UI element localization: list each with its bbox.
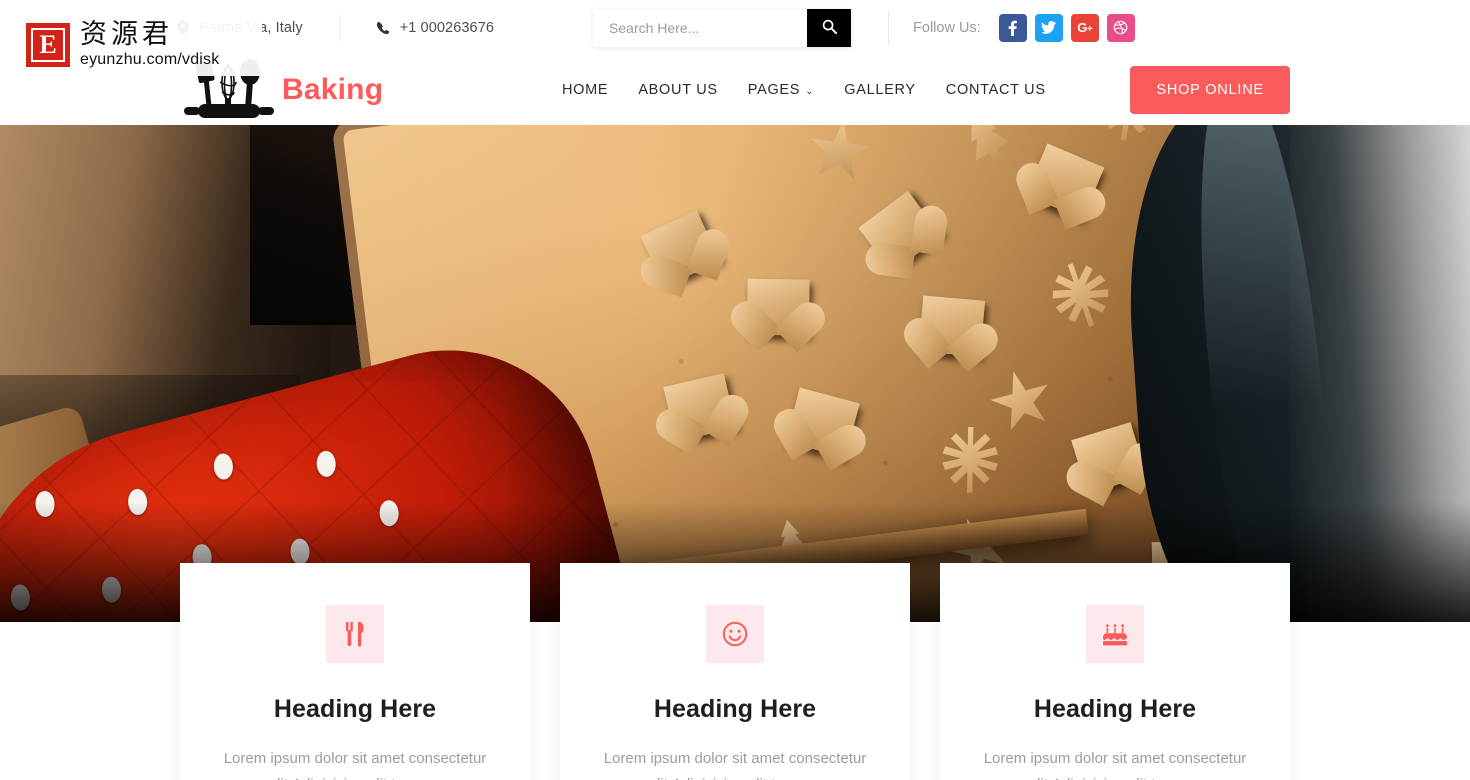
watermark-overlay: E 资源君 eyunzhu.com/vdisk xyxy=(22,14,262,76)
nav-item-pages[interactable]: PAGES ⌄ xyxy=(748,82,814,98)
feature-cards: Heading Here Lorem ipsum dolor sit amet … xyxy=(180,563,1290,780)
hero-image-oven-cookies xyxy=(0,125,1470,622)
hero-banner xyxy=(0,125,1470,622)
feature-card[interactable]: Heading Here Lorem ipsum dolor sit amet … xyxy=(180,563,530,780)
dribbble-icon[interactable] xyxy=(1106,13,1135,42)
facebook-icon[interactable] xyxy=(998,13,1027,42)
social-links: G+ xyxy=(998,13,1135,42)
search-button[interactable] xyxy=(807,8,852,47)
watermark-url: eyunzhu.com/vdisk xyxy=(80,50,220,68)
feature-card[interactable]: Heading Here Lorem ipsum dolor sit amet … xyxy=(560,563,910,780)
nav-links: HOME ABOUT US PAGES ⌄ GALLERY CONTACT US xyxy=(562,82,1046,98)
shop-online-button[interactable]: SHOP ONLINE xyxy=(1130,66,1290,114)
nav-item-about-us[interactable]: ABOUT US xyxy=(638,82,717,98)
card-text: Lorem ipsum dolor sit amet consectetur e… xyxy=(223,750,487,780)
watermark-chinese-text: 资源君 xyxy=(80,19,173,51)
utensils-icon xyxy=(326,605,384,663)
chevron-down-icon: ⌄ xyxy=(805,85,815,97)
search-box[interactable] xyxy=(593,8,852,47)
topbar-divider-2 xyxy=(888,10,890,45)
phone-icon xyxy=(376,21,390,35)
nav-item-label: CONTACT US xyxy=(945,82,1046,98)
card-title: Heading Here xyxy=(1033,695,1197,723)
card-text: Lorem ipsum dolor sit amet consectetur e… xyxy=(603,750,867,780)
card-title: Heading Here xyxy=(653,695,817,723)
nav-item-label: HOME xyxy=(562,82,609,98)
phone-info: +1 000263676 xyxy=(376,20,494,36)
page-root: Parma Via, Italy +1 000263676 Follow Us: xyxy=(0,0,1470,780)
card-title: Heading Here xyxy=(273,695,437,723)
twitter-icon[interactable] xyxy=(1034,13,1063,42)
nav-item-label: PAGES xyxy=(747,82,801,98)
nav-item-label: GALLERY xyxy=(844,82,916,98)
smiley-face-icon xyxy=(706,605,764,663)
topbar-divider-1 xyxy=(338,12,340,43)
nav-item-home[interactable]: HOME xyxy=(562,82,608,98)
nav-item-label: ABOUT US xyxy=(638,82,718,98)
brand-name: Baking xyxy=(282,73,384,106)
nav-item-gallery[interactable]: GALLERY xyxy=(844,82,916,98)
watermark-logo-letter: E xyxy=(31,28,65,62)
search-icon xyxy=(822,19,837,37)
birthday-cake-icon xyxy=(1086,605,1144,663)
nav-item-contact-us[interactable]: CONTACT US xyxy=(946,82,1046,98)
search-input[interactable] xyxy=(593,8,808,47)
watermark-logo-icon: E xyxy=(26,23,70,67)
follow-us-label: Follow Us: xyxy=(913,19,981,36)
phone-text: +1 000263676 xyxy=(399,19,495,36)
feature-card[interactable]: Heading Here Lorem ipsum dolor sit amet … xyxy=(940,563,1290,780)
google-plus-icon[interactable]: G+ xyxy=(1070,13,1099,42)
card-text: Lorem ipsum dolor sit amet consectetur e… xyxy=(983,750,1247,780)
